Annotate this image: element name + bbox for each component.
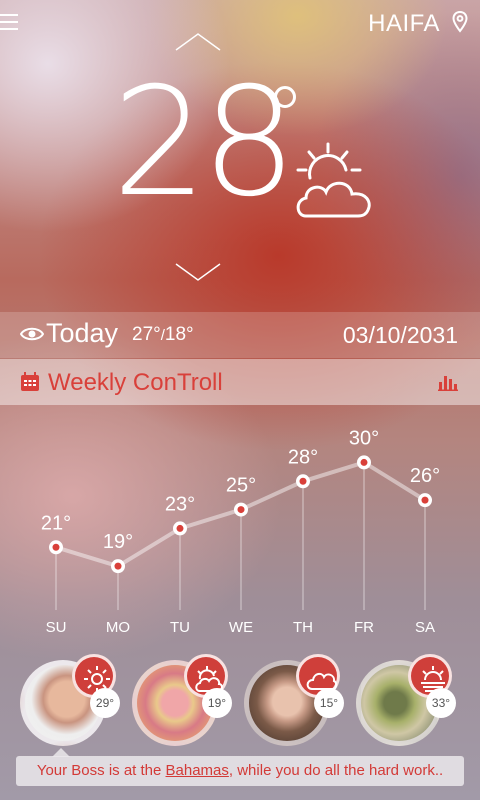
chart-data-label: 21° xyxy=(41,512,71,534)
chart-day-label[interactable]: FR xyxy=(354,619,374,636)
location-pin-icon[interactable] xyxy=(452,11,468,33)
today-high: 27° xyxy=(132,324,161,345)
chart-point-center xyxy=(52,543,60,551)
chart-point-center xyxy=(237,506,245,514)
chart-day-label[interactable]: SA xyxy=(415,619,435,636)
today-date: 03/10/2031 xyxy=(342,322,458,348)
weekly-temperature-chart: 21° SU 19° MO 23° TU 25° WE 28° TH 30° FR 26° SA xyxy=(41,427,440,636)
degree-symbol xyxy=(274,86,296,108)
chart-day-label[interactable]: TU xyxy=(170,619,190,636)
chart-data-label: 26° xyxy=(410,465,440,487)
bar-chart-icon[interactable] xyxy=(438,373,458,391)
person-temperature: 29° xyxy=(90,688,120,718)
status-message: Your Boss is at the Bahamas, while you d… xyxy=(16,756,464,786)
message-prefix: Your Boss is at the xyxy=(36,762,166,779)
chart-data-label: 25° xyxy=(226,475,256,497)
weekly-label: Weekly ConTroll xyxy=(48,369,223,396)
chart-point-center xyxy=(421,496,429,504)
chart-day-label[interactable]: TH xyxy=(293,619,313,636)
current-temperature: 28 xyxy=(112,56,297,230)
message-place-link[interactable]: Bahamas xyxy=(166,762,229,779)
chevron-up-icon[interactable] xyxy=(174,30,222,54)
today-temperature-range: 27°/18° xyxy=(132,324,194,346)
chart-data-label: 23° xyxy=(165,493,195,515)
person-temperature: 19° xyxy=(202,688,232,718)
today-label: Today xyxy=(46,318,119,348)
chart-day-label[interactable]: WE xyxy=(229,619,253,636)
chart-point-center xyxy=(299,477,307,485)
chart-day-label[interactable]: SU xyxy=(46,619,67,636)
chart-data-label: 30° xyxy=(349,427,379,449)
eye-icon xyxy=(20,327,44,341)
person-temperature: 33° xyxy=(426,688,456,718)
message-suffix: , while you do all the hard work.. xyxy=(228,762,444,779)
partly-cloudy-icon xyxy=(296,142,371,218)
calendar-icon xyxy=(21,372,39,391)
chart-day-label[interactable]: MO xyxy=(106,619,130,636)
chart-data-label: 19° xyxy=(103,531,133,553)
menu-button[interactable] xyxy=(0,12,22,34)
city-label[interactable]: HAIFA xyxy=(368,10,440,38)
chart-point-center xyxy=(114,562,122,570)
today-low: 18° xyxy=(164,324,194,345)
chart-data-label: 28° xyxy=(288,446,318,468)
chart-point-center xyxy=(176,524,184,532)
chevron-down-icon[interactable] xyxy=(174,260,222,284)
person-temperature: 15° xyxy=(314,688,344,718)
chart-point-center xyxy=(360,458,368,466)
